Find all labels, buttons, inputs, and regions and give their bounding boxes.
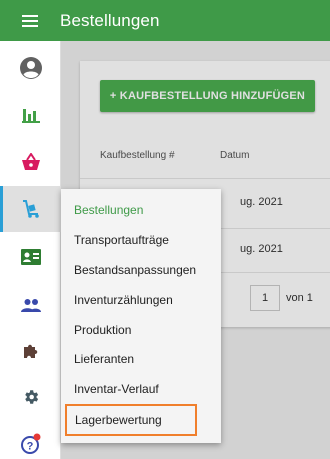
help-icon: ? — [20, 433, 40, 454]
puzzle-icon — [23, 344, 37, 358]
menu-item-produktion[interactable]: Produktion — [61, 315, 221, 344]
menu-item-lagerbewertung[interactable]: Lagerbewertung — [65, 404, 197, 436]
menu-item-bestandsanpassungen[interactable]: Bestandsanpassungen — [61, 255, 221, 284]
bar-chart-icon — [21, 109, 40, 123]
app-header: Bestellungen — [0, 0, 330, 41]
basket-icon — [21, 153, 40, 170]
sidebar: ? — [0, 41, 61, 459]
sidebar-item-users[interactable] — [0, 282, 61, 328]
menu-item-bestellungen[interactable]: Bestellungen — [61, 195, 221, 224]
page-title: Bestellungen — [60, 10, 160, 30]
sidebar-item-orders[interactable] — [0, 186, 61, 232]
gear-icon — [24, 390, 38, 404]
sidebar-item-sales[interactable] — [0, 139, 61, 185]
contact-card-icon — [20, 249, 41, 265]
hamburger-menu-button[interactable] — [0, 0, 60, 41]
trolley-icon — [22, 200, 39, 218]
menu-item-inventurzaehlungen[interactable]: Inventurzählungen — [61, 285, 221, 314]
sidebar-item-reports[interactable] — [0, 92, 61, 138]
orders-submenu: Bestellungen Transportaufträge Bestandsa… — [61, 189, 221, 443]
sidebar-item-integrations[interactable] — [0, 328, 61, 374]
menu-item-lieferanten[interactable]: Lieferanten — [61, 344, 221, 373]
sidebar-item-help[interactable]: ? — [0, 421, 61, 459]
menu-item-transportauftraege[interactable]: Transportaufträge — [61, 225, 221, 254]
sidebar-item-contacts[interactable] — [0, 234, 61, 280]
menu-item-inventar-verlauf[interactable]: Inventar-Verlauf — [61, 374, 221, 403]
hamburger-menu-icon — [22, 14, 38, 27]
sidebar-item-settings[interactable] — [0, 374, 61, 420]
people-icon — [20, 299, 41, 312]
sidebar-item-account[interactable] — [0, 45, 61, 91]
account-circle-icon — [19, 57, 42, 79]
svg-text:?: ? — [26, 441, 33, 453]
